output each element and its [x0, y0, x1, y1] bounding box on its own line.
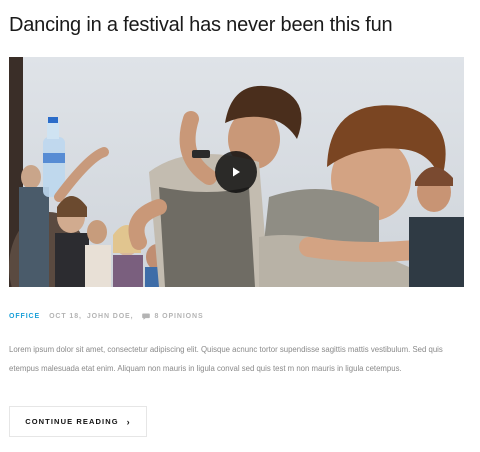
comments-link[interactable]: 8 Opinions: [154, 313, 203, 320]
post-excerpt: Lorem ipsum dolor sit amet, consectetur …: [9, 345, 443, 373]
meta-separator: ,: [79, 313, 82, 320]
play-icon: [233, 167, 240, 177]
post-title[interactable]: Dancing in a festival has never been thi…: [9, 14, 393, 37]
comment-icon: [142, 313, 151, 320]
meta-separator: ,: [130, 313, 134, 320]
author-link[interactable]: John Doe: [87, 313, 131, 320]
play-button[interactable]: [215, 151, 257, 193]
category-link[interactable]: Office: [9, 313, 40, 320]
post-meta: Office Oct 18, John Doe, 8 Opinions: [9, 313, 204, 320]
continue-reading-label: Continue Reading: [25, 417, 119, 426]
chevron-right-icon: ›: [126, 416, 131, 427]
video-thumbnail[interactable]: [9, 57, 464, 287]
post-date: Oct 18: [49, 313, 79, 320]
continue-reading-button[interactable]: Continue Reading ›: [9, 406, 147, 437]
